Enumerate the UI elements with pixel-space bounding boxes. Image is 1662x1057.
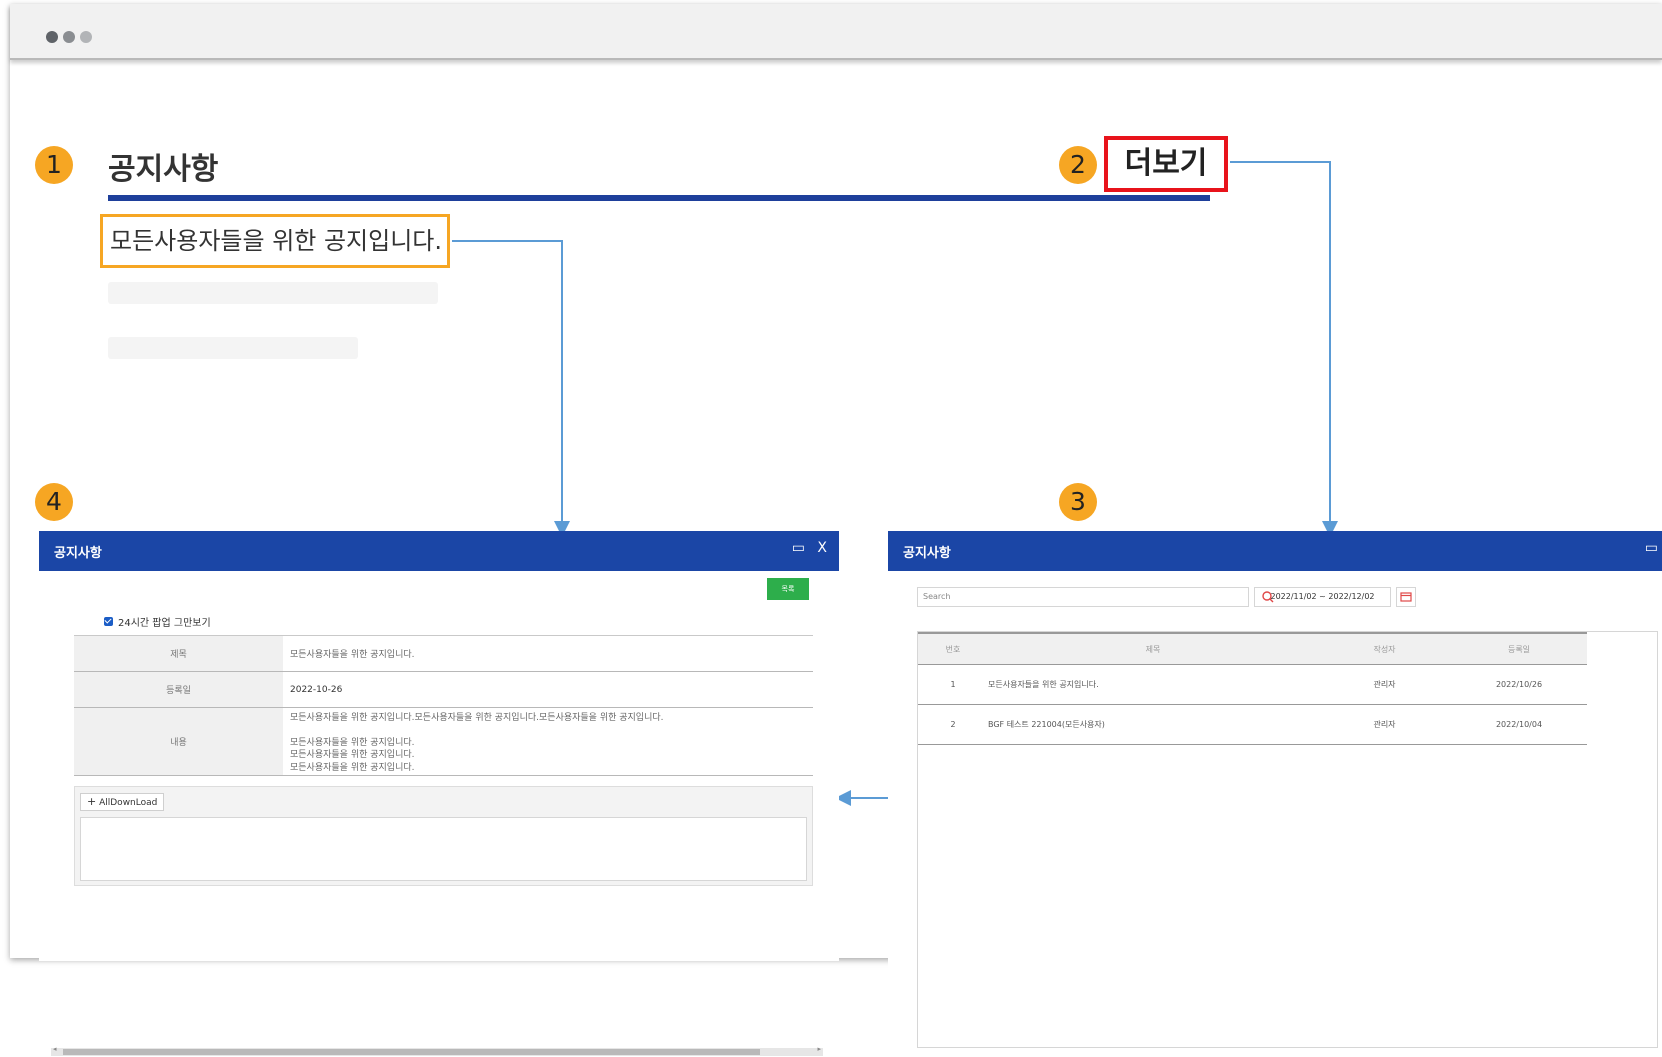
row-author: 관리자 (1373, 680, 1396, 689)
detail-row-date: 등록일 2022-10-26 (74, 672, 813, 708)
all-download-label: AllDownLoad (99, 798, 158, 808)
row-author: 관리자 (1373, 720, 1396, 729)
column-header[interactable]: 작성자 (1318, 644, 1451, 655)
row-subject[interactable]: BGF 테스트 221004(모든사용자) (988, 719, 1318, 730)
notice-list-panel: 번호 제목 작성자 등록일 1 모든사용자들을 위한 공지입니다. 관리자 20… (917, 631, 1658, 1048)
attachment-panel: + AllDownLoad (74, 786, 813, 886)
list-button[interactable]: 목록 (767, 578, 809, 600)
scroll-left-icon[interactable]: ◂ (53, 1045, 57, 1053)
checkbox-checked-icon[interactable] (104, 617, 113, 626)
maximize-icon[interactable]: ▭ (792, 540, 805, 556)
search-input[interactable]: Search (917, 587, 1274, 607)
notice-detail-table: 제목 모든사용자들을 위한 공지입니다. 등록일 2022-10-26 내용 모… (74, 635, 813, 776)
column-header[interactable]: 등록일 (1451, 644, 1587, 655)
content-line: 모든사용자들을 위한 공지입니다. (290, 750, 415, 760)
search-placeholder: Search (923, 592, 951, 601)
detail-label: 제목 (74, 636, 283, 671)
scroll-right-icon[interactable]: ▸ (817, 1045, 821, 1053)
row-number: 1 (950, 680, 956, 689)
maximize-icon[interactable]: ▭ (1645, 540, 1658, 556)
row-subject[interactable]: 모든사용자들을 위한 공지입니다. (988, 679, 1318, 690)
detail-content-value: 모든사용자들을 위한 공지입니다. 모든사용자들을 위한 공지입니다. 모든사용자들… (283, 708, 813, 775)
tutorial-stage: { "badges": { "b1": "1", "b2": "2", "b3"… (0, 0, 1662, 1057)
content-line: 모든사용자들을 위한 공지입니다. (290, 762, 415, 773)
notice-list-popup: 공지사항 ▭ Search 2022/11/02 ~ 2022/12/02 번호… (888, 531, 1662, 1057)
popup-header: 공지사항 ▭ X (39, 531, 839, 571)
table-row[interactable]: 2 BGF 테스트 221004(모든사용자) 관리자 2022/10/04 (918, 705, 1587, 745)
detail-row-subject: 제목 모든사용자들을 위한 공지입니다. (74, 636, 813, 672)
plus-icon: + (87, 795, 97, 808)
attachment-list-area (80, 817, 807, 881)
detail-subject-value: 모든사용자들을 위한 공지입니다. (290, 650, 415, 660)
content-line (290, 725, 806, 737)
arrow-item-to-detail (452, 240, 570, 537)
close-icon[interactable]: X (817, 540, 827, 556)
notice-detail-popup: 공지사항 ▭ X 목록 24시간 팝업 그만보기 제목 모든사용자들을 위한 공… (39, 531, 839, 961)
arrow-more-to-list (1230, 161, 1338, 537)
notice-list-table: 번호 제목 작성자 등록일 1 모든사용자들을 위한 공지입니다. 관리자 20… (918, 632, 1587, 745)
row-number: 2 (950, 720, 956, 729)
column-header[interactable]: 번호 (918, 644, 988, 655)
row-date: 2022/10/04 (1495, 720, 1543, 729)
popup-header: 공지사항 ▭ (888, 531, 1662, 571)
calendar-button[interactable] (1396, 587, 1416, 607)
popup-title: 공지사항 (903, 546, 951, 561)
detail-label: 내용 (74, 708, 283, 775)
popup-title: 공지사항 (54, 546, 102, 561)
table-row[interactable]: 1 모든사용자들을 위한 공지입니다. 관리자 2022/10/26 (918, 665, 1587, 705)
hide-24h-checkbox-row[interactable]: 24시간 팝업 그만보기 (104, 614, 211, 629)
calendar-icon (1400, 592, 1412, 602)
date-range-input[interactable]: 2022/11/02 ~ 2022/12/02 (1254, 587, 1391, 607)
all-download-button[interactable]: + AllDownLoad (80, 793, 165, 811)
content-line: 모든사용자들을 위한 공지입니다. (290, 737, 415, 748)
row-date: 2022/10/26 (1495, 680, 1543, 689)
horizontal-scrollbar[interactable]: ◂ ▸ (51, 1045, 823, 1056)
detail-label: 등록일 (74, 672, 283, 707)
hide-24h-label: 24시간 팝업 그만보기 (118, 618, 211, 629)
scrollbar-thumb[interactable] (63, 1049, 760, 1055)
table-header: 번호 제목 작성자 등록일 (918, 632, 1587, 665)
column-header[interactable]: 제목 (988, 644, 1318, 655)
detail-row-content: 내용 모든사용자들을 위한 공지입니다. 모든사용자들을 위한 공지입니다. 모든사… (74, 708, 813, 776)
detail-date-value: 2022-10-26 (290, 684, 343, 695)
content-line: 모든사용자들을 위한 공지입니다.모든사용자들을 위한 공지입니다.모든사용자들… (290, 713, 664, 723)
